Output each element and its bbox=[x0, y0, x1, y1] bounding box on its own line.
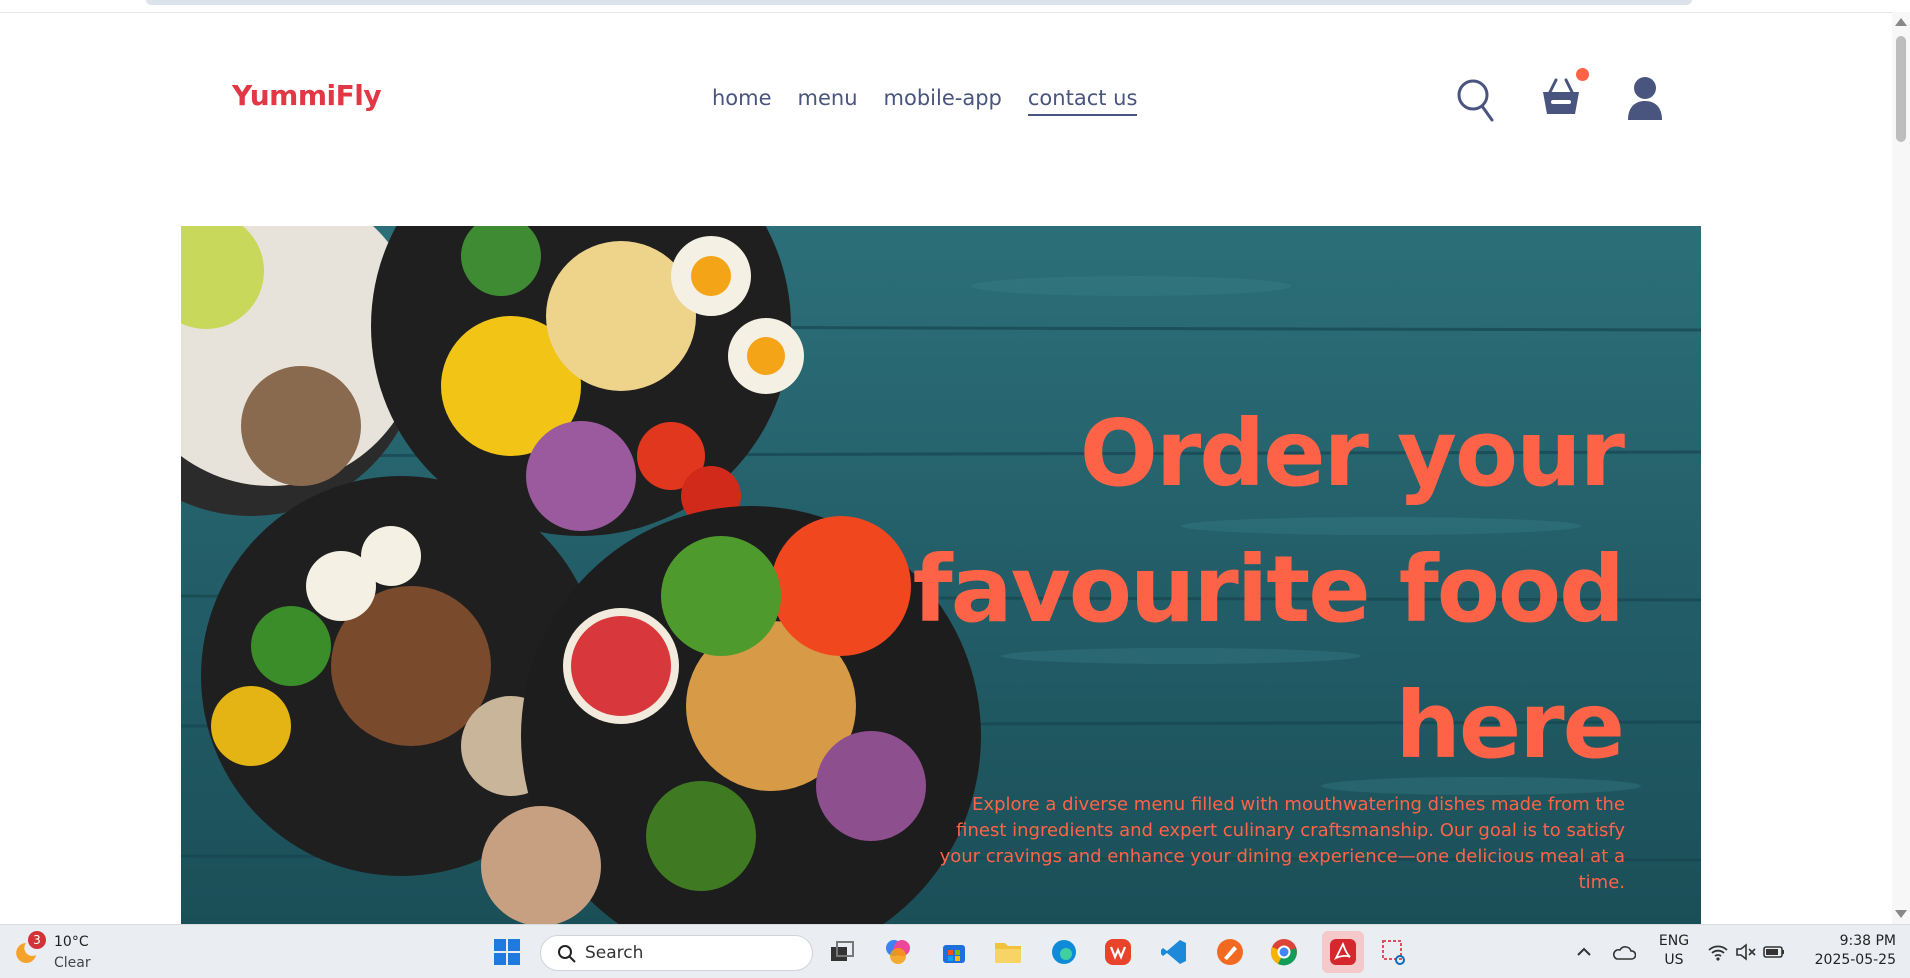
browser-edge bbox=[146, 0, 1692, 5]
task-view-icon[interactable] bbox=[826, 936, 858, 968]
weather-condition[interactable]: Clear bbox=[54, 955, 91, 971]
scroll-thumb[interactable] bbox=[1896, 36, 1906, 142]
taskbar-search-placeholder: Search bbox=[585, 943, 644, 963]
chrome-icon[interactable] bbox=[1268, 936, 1300, 968]
basket-icon[interactable] bbox=[1540, 76, 1582, 118]
brand-logo[interactable]: YummiFly bbox=[232, 79, 382, 112]
nav-mobile-app[interactable]: mobile-app bbox=[884, 86, 1002, 116]
hero-title: Order your favourite food here bbox=[912, 400, 1625, 779]
language-code: ENG bbox=[1658, 933, 1690, 949]
windows-start-icon[interactable] bbox=[491, 936, 523, 968]
language-indicator[interactable]: ENG US bbox=[1656, 932, 1692, 970]
system-clock[interactable]: 9:38 PM 2025-05-25 bbox=[1800, 932, 1896, 970]
page-scrollbar[interactable] bbox=[1892, 12, 1910, 924]
divider bbox=[0, 12, 1892, 13]
nav-contact-us[interactable]: contact us bbox=[1027, 86, 1138, 116]
clock-time: 9:38 PM bbox=[1839, 933, 1896, 949]
windows-taskbar: 3 10°C Clear Search ENG US 9:38 PM 2025-… bbox=[0, 924, 1910, 978]
main-nav: home menu mobile-app contact us bbox=[712, 86, 1138, 116]
hero-banner: Order your favourite food here Explore a… bbox=[181, 226, 1701, 924]
edge-icon[interactable] bbox=[1048, 936, 1080, 968]
chevron-up-icon[interactable] bbox=[1568, 936, 1600, 968]
hero-description: Explore a diverse menu filled with mouth… bbox=[939, 794, 1625, 893]
weather-badge: 3 bbox=[28, 931, 46, 949]
sketch-tool-icon[interactable] bbox=[1214, 936, 1246, 968]
weather-temperature[interactable]: 10°C bbox=[54, 934, 89, 950]
taskbar-search-box[interactable]: Search bbox=[540, 935, 813, 971]
store-icon[interactable] bbox=[938, 936, 970, 968]
nav-home[interactable]: home bbox=[712, 86, 772, 116]
snipping-tool-icon[interactable] bbox=[1378, 936, 1410, 968]
wps-icon[interactable] bbox=[1102, 936, 1134, 968]
file-explorer-icon[interactable] bbox=[992, 936, 1024, 968]
search-icon bbox=[557, 944, 577, 969]
browser-viewport: YummiFly home menu mobile-app contact us bbox=[0, 0, 1892, 924]
acrobat-icon[interactable] bbox=[1322, 931, 1364, 973]
scroll-up-arrow[interactable] bbox=[1895, 18, 1907, 26]
cart-notification-dot bbox=[1576, 68, 1589, 81]
onedrive-icon[interactable] bbox=[1608, 936, 1640, 968]
battery-icon[interactable] bbox=[1758, 936, 1790, 968]
search-icon[interactable] bbox=[1456, 76, 1496, 124]
user-icon[interactable] bbox=[1626, 76, 1664, 120]
scroll-down-arrow[interactable] bbox=[1895, 910, 1907, 918]
copilot-icon[interactable] bbox=[882, 936, 914, 968]
clock-date: 2025-05-25 bbox=[1814, 952, 1896, 968]
language-region: US bbox=[1664, 952, 1684, 968]
nav-menu[interactable]: menu bbox=[798, 86, 858, 116]
vscode-icon[interactable] bbox=[1158, 936, 1190, 968]
